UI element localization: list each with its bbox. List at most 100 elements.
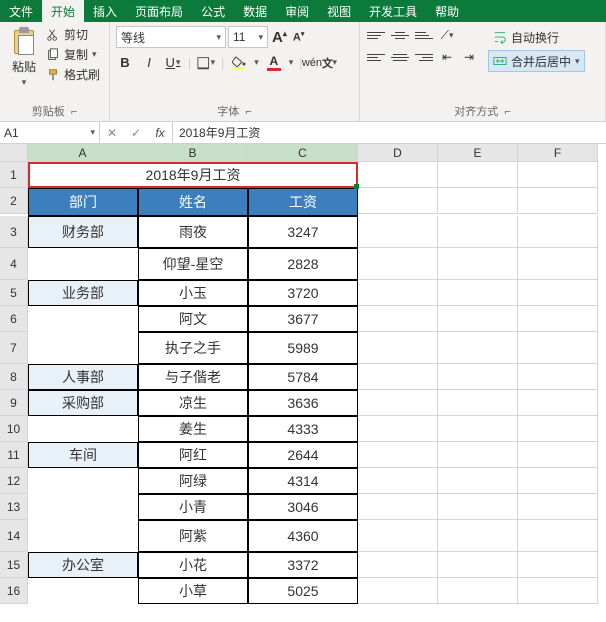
fill-color-button[interactable]	[230, 56, 248, 70]
tab-view[interactable]: 视图	[318, 0, 360, 22]
row-header-5[interactable]: 5	[0, 280, 28, 306]
cell-dep[interactable]: 办公室	[28, 552, 138, 578]
cell-blank[interactable]	[518, 216, 598, 248]
row-header-6[interactable]: 6	[0, 306, 28, 332]
cell-blank[interactable]	[438, 390, 518, 416]
cell-blank[interactable]	[438, 248, 518, 280]
wrap-text-button[interactable]: 自动换行	[488, 26, 585, 48]
chevron-down-icon[interactable]: ▾	[332, 57, 337, 68]
row-header-1[interactable]: 1	[0, 162, 28, 188]
row-header-11[interactable]: 11	[0, 442, 28, 468]
table-header-dep[interactable]: 部门	[28, 188, 138, 216]
cell-dep[interactable]: 人事部	[28, 364, 138, 390]
tab-home[interactable]: 开始	[42, 0, 84, 22]
chevron-down-icon[interactable]: ▾	[254, 57, 259, 68]
align-top-button[interactable]	[366, 26, 386, 44]
row-header-14[interactable]: 14	[0, 520, 28, 552]
orientation-button[interactable]: ⟋▾	[438, 26, 456, 44]
cell-salary[interactable]: 3636	[248, 390, 358, 416]
grow-font-button[interactable]: A▴	[270, 29, 289, 46]
cell-blank[interactable]	[518, 520, 598, 552]
cell-blank[interactable]	[438, 468, 518, 494]
cell-blank[interactable]	[358, 390, 438, 416]
cell-blank[interactable]	[518, 280, 598, 306]
cell-blank[interactable]	[438, 162, 518, 188]
table-header-name[interactable]: 姓名	[138, 188, 248, 216]
cell-blank[interactable]	[438, 552, 518, 578]
font-size-select[interactable]: 11▾	[228, 26, 268, 48]
cell-name[interactable]: 阿绿	[138, 468, 248, 494]
cell-name[interactable]: 雨夜	[138, 216, 248, 248]
cell-salary[interactable]: 5025	[248, 578, 358, 604]
col-header-B[interactable]: B	[138, 144, 248, 162]
merge-center-button[interactable]: 合并后居中 ▾	[488, 50, 585, 72]
cell-dep[interactable]: 财务部	[28, 216, 138, 248]
cell-name[interactable]: 阿红	[138, 442, 248, 468]
cell-blank[interactable]	[358, 552, 438, 578]
cell-blank[interactable]	[438, 280, 518, 306]
cell-blank[interactable]	[358, 578, 438, 604]
border-button[interactable]: ▾	[197, 56, 215, 70]
cell-name[interactable]: 执子之手	[138, 332, 248, 364]
underline-button[interactable]: U▾	[164, 55, 182, 70]
cell-blank[interactable]	[518, 416, 598, 442]
align-bottom-button[interactable]	[414, 26, 434, 44]
cell-salary[interactable]: 3247	[248, 216, 358, 248]
spreadsheet-grid[interactable]: ABCDEF12018年9月工资2部门姓名工资3财务部雨夜32474仰望-星空2…	[0, 144, 606, 604]
cell-name[interactable]: 小青	[138, 494, 248, 520]
row-header-12[interactable]: 12	[0, 468, 28, 494]
decrease-indent-button[interactable]: ⇤	[438, 48, 456, 66]
cell-blank[interactable]	[518, 248, 598, 280]
cell-salary[interactable]: 4333	[248, 416, 358, 442]
table-header-salary[interactable]: 工资	[248, 188, 358, 216]
cell-blank[interactable]	[358, 442, 438, 468]
cell-blank[interactable]	[438, 306, 518, 332]
italic-button[interactable]: I	[140, 55, 158, 70]
cell-salary[interactable]: 5989	[248, 332, 358, 364]
cell-salary[interactable]: 3720	[248, 280, 358, 306]
row-header-15[interactable]: 15	[0, 552, 28, 578]
cell-blank[interactable]	[358, 520, 438, 552]
chevron-down-icon[interactable]: ▾	[92, 49, 97, 60]
cell-blank[interactable]	[518, 442, 598, 468]
row-header-9[interactable]: 9	[0, 390, 28, 416]
cancel-formula-button[interactable]: ✕	[100, 126, 124, 140]
bold-button[interactable]: B	[116, 55, 134, 70]
col-header-A[interactable]: A	[28, 144, 138, 162]
cell-name[interactable]: 与子偕老	[138, 364, 248, 390]
cell-blank[interactable]	[358, 248, 438, 280]
cell-dep[interactable]: 采购部	[28, 390, 138, 416]
cell-blank[interactable]	[438, 188, 518, 214]
cell-blank[interactable]	[518, 306, 598, 332]
row-header-2[interactable]: 2	[0, 188, 28, 214]
align-right-button[interactable]	[414, 48, 434, 66]
cell-salary[interactable]: 4314	[248, 468, 358, 494]
col-header-D[interactable]: D	[358, 144, 438, 162]
cell-salary[interactable]: 3046	[248, 494, 358, 520]
cell-blank[interactable]	[518, 578, 598, 604]
cell-blank[interactable]	[518, 494, 598, 520]
cell-blank[interactable]	[358, 416, 438, 442]
cell-name[interactable]: 小草	[138, 578, 248, 604]
align-left-button[interactable]	[366, 48, 386, 66]
cell-blank[interactable]	[358, 162, 438, 188]
col-header-C[interactable]: C	[248, 144, 358, 162]
cell-blank[interactable]	[518, 364, 598, 390]
cut-button[interactable]: 剪切	[46, 26, 100, 43]
cell-name[interactable]: 姜生	[138, 416, 248, 442]
row-header-16[interactable]: 16	[0, 578, 28, 604]
cell-blank[interactable]	[358, 188, 438, 214]
cell-blank[interactable]	[358, 306, 438, 332]
tab-file[interactable]: 文件	[0, 0, 42, 22]
col-header-E[interactable]: E	[438, 144, 518, 162]
cell-blank[interactable]	[438, 364, 518, 390]
cell-blank[interactable]	[438, 216, 518, 248]
tab-review[interactable]: 审阅	[276, 0, 318, 22]
row-header-13[interactable]: 13	[0, 494, 28, 520]
row-header-4[interactable]: 4	[0, 248, 28, 280]
cell-salary[interactable]: 2828	[248, 248, 358, 280]
tab-insert[interactable]: 插入	[84, 0, 126, 22]
cell-blank[interactable]	[518, 552, 598, 578]
accept-formula-button[interactable]: ✓	[124, 126, 148, 140]
tab-developer[interactable]: 开发工具	[360, 0, 426, 22]
